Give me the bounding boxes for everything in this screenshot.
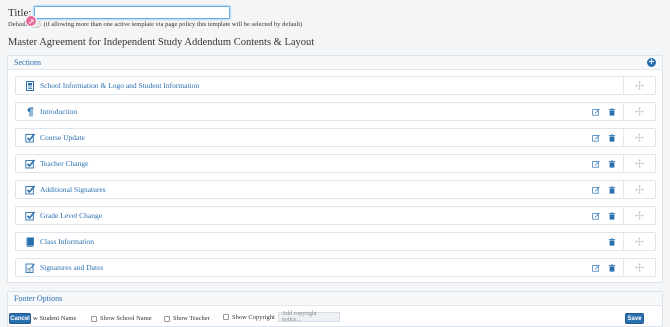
section-label: Course Update: [40, 133, 85, 142]
checkbox-checked-icon: [23, 209, 36, 222]
page-heading: Master Agreement for Independent Study A…: [8, 37, 315, 48]
show-teacher-option[interactable]: Show Teacher: [164, 315, 210, 322]
document-icon: [23, 79, 36, 92]
row-actions: [591, 155, 655, 172]
drag-handle-icon[interactable]: [623, 233, 655, 250]
section-label: Teacher Change: [40, 159, 89, 168]
footer-body: w Student Name Show School Name Show Tea…: [8, 306, 664, 327]
section-label: Grade Level Change: [40, 211, 103, 220]
show-student-name-label: w Student Name: [33, 315, 77, 322]
trash-icon[interactable]: [607, 237, 617, 247]
section-row[interactable]: Introduction: [15, 102, 656, 121]
section-row[interactable]: Grade Level Change: [15, 206, 656, 225]
drag-handle-icon[interactable]: [623, 155, 655, 172]
edit-icon[interactable]: [591, 107, 601, 117]
row-actions: [591, 129, 655, 146]
copyright-input[interactable]: Add copyright notice...: [277, 311, 340, 323]
footer-title: Footer Options: [14, 294, 63, 303]
save-button[interactable]: Save: [625, 313, 644, 324]
section-row[interactable]: Additional Signatures: [15, 180, 656, 199]
sections-panel: Sections + School Information & Logo and…: [7, 55, 663, 283]
section-row[interactable]: Class Information: [15, 232, 656, 251]
title-input[interactable]: [34, 6, 231, 19]
edit-icon[interactable]: [591, 263, 601, 273]
row-actions: [591, 181, 655, 198]
default-note: (if allowing more than one active templa…: [43, 21, 303, 28]
trash-icon[interactable]: [607, 263, 617, 273]
checkbox-checked-icon: [23, 157, 36, 170]
drag-handle-icon[interactable]: [623, 259, 655, 276]
section-label: Class Information: [40, 237, 94, 246]
show-copyright-checkbox[interactable]: [223, 314, 229, 320]
show-copyright-option[interactable]: Show Copyright Add copyright notice...: [223, 311, 340, 323]
pin-badge-icon[interactable]: [25, 15, 37, 27]
show-copyright-label: Show Copyright: [232, 313, 275, 321]
add-section-icon[interactable]: +: [647, 58, 656, 67]
edit-icon[interactable]: [591, 211, 601, 221]
row-actions: [607, 233, 655, 250]
drag-handle-icon[interactable]: [623, 77, 655, 94]
row-actions: [591, 103, 655, 120]
book-icon: [23, 235, 36, 248]
drag-handle-icon[interactable]: [623, 103, 655, 120]
edit-icon[interactable]: [591, 159, 601, 169]
section-row[interactable]: Signatures and Dates: [15, 258, 656, 277]
paragraph-icon: [23, 105, 36, 118]
section-row[interactable]: Teacher Change: [15, 154, 656, 173]
trash-icon[interactable]: [607, 211, 617, 221]
trash-icon[interactable]: [607, 185, 617, 195]
drag-handle-icon[interactable]: [623, 207, 655, 224]
edit-icon[interactable]: [591, 133, 601, 143]
cancel-button[interactable]: Cancel: [9, 313, 31, 324]
checkbox-checked-icon: [23, 183, 36, 196]
section-label: Additional Signatures: [40, 185, 106, 194]
trash-icon[interactable]: [607, 159, 617, 169]
footer-options-panel: Footer Options w Student Name Show Schoo…: [7, 291, 663, 327]
row-actions: [591, 259, 655, 276]
section-row[interactable]: Course Update: [15, 128, 656, 147]
sections-title: Sections: [14, 58, 42, 67]
show-teacher-checkbox[interactable]: [164, 315, 170, 322]
show-school-name-label: Show School Name: [100, 315, 152, 322]
show-school-name-checkbox[interactable]: [91, 315, 97, 322]
section-row[interactable]: School Information & Logo and Student In…: [15, 76, 656, 95]
show-student-name-option[interactable]: w Student Name: [33, 315, 76, 322]
show-teacher-label: Show Teacher: [173, 315, 210, 322]
checkbox-checked-icon: [23, 131, 36, 144]
default-row: Default (if allowing more than one activ…: [8, 21, 302, 28]
drag-handle-icon[interactable]: [623, 129, 655, 146]
show-school-name-option[interactable]: Show School Name: [91, 315, 152, 322]
trash-icon[interactable]: [607, 133, 617, 143]
signature-icon: [23, 261, 36, 274]
title-row: Title:: [8, 6, 231, 19]
drag-handle-icon[interactable]: [623, 181, 655, 198]
section-label: School Information & Logo and Student In…: [40, 81, 200, 90]
trash-icon[interactable]: [607, 107, 617, 117]
row-actions: [623, 77, 655, 94]
sections-panel-header: Sections +: [8, 56, 662, 70]
section-label: Introduction: [40, 107, 78, 116]
row-actions: [591, 207, 655, 224]
edit-icon[interactable]: [591, 185, 601, 195]
section-label: Signatures and Dates: [40, 263, 104, 272]
footer-panel-header: Footer Options: [8, 292, 662, 306]
